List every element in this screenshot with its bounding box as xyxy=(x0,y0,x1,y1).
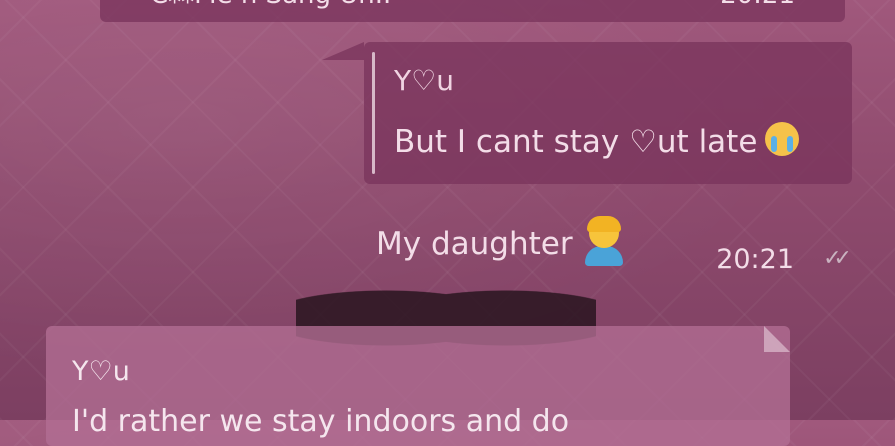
crying-face-icon xyxy=(765,122,800,156)
reply-quote-bar xyxy=(372,52,375,174)
corner-fold-decoration xyxy=(764,326,790,352)
message-time: 20:21 xyxy=(716,244,794,275)
message-bubble-next[interactable]: Y♡u I'd rather we stay indoors and do xyxy=(46,326,790,446)
bubble-tail xyxy=(322,42,364,60)
reply-quote-text: But I cant stay ♡ut late xyxy=(394,122,800,160)
message-text: My daughter xyxy=(376,226,573,262)
reply-sender-name: Y♡u xyxy=(394,64,454,97)
message-text: I'd rather we stay indoors and do xyxy=(72,404,570,439)
message-bubble-previous[interactable]: C⁂Me n Sang Uh.. 20:21 xyxy=(100,0,845,22)
message-text: C⁂Me n Sang Uh.. xyxy=(150,0,391,10)
read-receipt-icon: ✓✓ xyxy=(823,246,852,271)
message-time: 20:21 xyxy=(720,0,795,10)
reply-sender-name: Y♡u xyxy=(72,356,130,387)
message-bubble[interactable]: My daughter 20:21 ✓✓ xyxy=(364,200,852,292)
message-text-line: My daughter xyxy=(376,216,623,266)
reply-text-content: But I cant stay ♡ut late xyxy=(394,124,758,160)
message-bubble-reply[interactable]: Y♡u But I cant stay ♡ut late xyxy=(364,42,852,184)
person-frowning-icon xyxy=(583,216,623,266)
